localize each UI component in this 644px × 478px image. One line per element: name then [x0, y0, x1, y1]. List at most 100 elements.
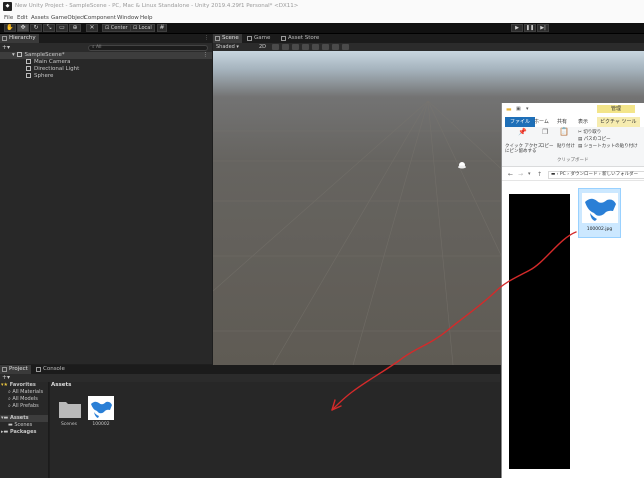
console-tab-icon	[36, 367, 41, 372]
custom-tool-icon[interactable]: ✕	[86, 24, 98, 32]
paste-shortcut-button[interactable]: ▤ ショートカットの貼り付け	[578, 144, 638, 149]
ribbon-home: 📌 クイック アクセス にピン留めする ❐ コピー 📋 貼り付け ✂ 切り取り …	[502, 127, 644, 167]
favorite-all-prefabs[interactable]: ⌕ All Prefabs	[8, 403, 39, 410]
paste-button[interactable]: 貼り付け	[557, 144, 575, 149]
packages-folder-row[interactable]: ▸▬ Packages	[1, 429, 37, 436]
tab-scene[interactable]: Scene	[213, 34, 242, 43]
rotate-tool-icon[interactable]: ↻	[30, 24, 42, 32]
menu-edit[interactable]: Edit	[17, 13, 28, 23]
paste-icon: 📋	[559, 127, 569, 136]
menu-file[interactable]: File	[4, 13, 13, 23]
quick-access-dropdown-icon[interactable]: ▾	[526, 106, 529, 112]
hand-tool-icon[interactable]: ✋	[4, 24, 16, 32]
menu-gameobject[interactable]: GameObject	[51, 13, 85, 23]
menu-assets[interactable]: Assets	[31, 13, 49, 23]
shading-mode-label: Shaded	[216, 44, 235, 50]
transform-tool-icon[interactable]: ⊕	[69, 24, 81, 32]
scale-tool-icon[interactable]: ⤡	[43, 24, 55, 32]
tab-hierarchy[interactable]: Hierarchy	[0, 34, 39, 43]
explorer-title-bar: ▬ ▣ ▾ 管理	[502, 103, 644, 117]
project-breadcrumb[interactable]: Assets	[51, 382, 71, 389]
context-tab-manage[interactable]: 管理	[597, 105, 635, 113]
panel-menu-icon[interactable]: ⋮	[204, 34, 209, 43]
image-asset-thumbnail[interactable]	[88, 396, 114, 420]
ribbon-tab-picture-tools[interactable]: ピクチャ ツール	[597, 117, 640, 127]
scenes-folder-row[interactable]: ▬ Scenes	[8, 422, 32, 429]
tab-project[interactable]: Project	[0, 365, 31, 374]
unity-title-bar: ◆ New Unity Project - SampleScene - PC, …	[0, 0, 644, 13]
up-arrow-icon[interactable]: ↑	[537, 172, 542, 178]
lighting-toggle-icon[interactable]	[272, 44, 279, 50]
scene-row[interactable]: ▾ SampleScene* ⋮	[0, 52, 212, 59]
quick-save-icon[interactable]: ▣	[516, 106, 521, 112]
hierarchy-search-row: +▾ ⌕ All	[0, 43, 212, 52]
favorite-all-materials[interactable]: ⌕ All Materials	[8, 389, 43, 396]
list-icon	[2, 36, 7, 41]
assets-folder-row[interactable]: ▾▬ Assets	[0, 415, 48, 422]
file-explorer-window: ▬ ▣ ▾ 管理 ファイル ホーム 共有 表示 ピクチャ ツール 📌 クイック …	[501, 103, 644, 478]
gizmos-dropdown-icon[interactable]	[332, 44, 339, 50]
search-scene-icon[interactable]	[342, 44, 349, 50]
audio-toggle-icon[interactable]	[282, 44, 289, 50]
pivot-center-toggle[interactable]: ⊡ Center	[102, 24, 131, 32]
favorite-all-models[interactable]: ⌕ All Models	[8, 396, 38, 403]
tab-asset-store[interactable]: Asset Store	[279, 34, 322, 43]
back-arrow-icon[interactable]: ←	[508, 172, 513, 178]
path-segment[interactable]: PC	[560, 172, 566, 177]
pause-button[interactable]: ❚❚	[524, 24, 536, 32]
explorer-file-list: 100002.jpg	[502, 182, 644, 478]
step-button[interactable]: ▶|	[537, 24, 549, 32]
project-toolbar: +▾	[0, 374, 500, 382]
scene-menu-icon[interactable]: ⋮	[203, 52, 209, 59]
path-segment[interactable]: 新しいフォルダー	[602, 172, 638, 177]
hidden-objects-icon[interactable]	[302, 44, 309, 50]
project-asset-grid: Assets Scenes 100002	[50, 382, 500, 478]
cut-button[interactable]: ✂ 切り取り	[578, 130, 601, 135]
main-toolbar: ✋ ✥ ↻ ⤡ ▭ ⊕ ✕ ⊡ Center ⊡ Local # ▶ ❚❚ ▶|	[0, 23, 644, 34]
copy-path-button[interactable]: ▤ パスのコピー	[578, 137, 611, 142]
pin-quick-access-button[interactable]: クイック アクセス にピン留めする	[505, 144, 542, 154]
copy-button[interactable]: コピー	[540, 144, 554, 149]
effects-toggle-icon[interactable]	[292, 44, 299, 50]
tab-console[interactable]: Console	[34, 365, 68, 374]
recent-dropdown-icon[interactable]: ▾	[528, 172, 531, 177]
rect-tool-icon[interactable]: ▭	[56, 24, 68, 32]
gameobject-icon	[26, 66, 31, 71]
tab-game-label: Game	[254, 35, 271, 41]
tab-game[interactable]: Game	[245, 34, 273, 43]
forward-arrow-icon[interactable]: →	[518, 172, 523, 178]
hierarchy-item-sphere[interactable]: Sphere	[0, 73, 212, 80]
space-local-toggle[interactable]: ⊡ Local	[130, 24, 155, 32]
menu-help[interactable]: Help	[140, 13, 153, 23]
shading-mode-dropdown[interactable]: Shaded ▾	[216, 43, 239, 51]
tab-project-label: Project	[9, 366, 28, 372]
play-button[interactable]: ▶	[511, 24, 523, 32]
ribbon-tab-share[interactable]: 共有	[554, 117, 570, 127]
ribbon-tab-home[interactable]: ホーム	[531, 117, 552, 127]
asset-label-100002[interactable]: 100002	[86, 422, 116, 427]
hierarchy-item-directional-light[interactable]: Directional Light	[0, 66, 212, 73]
snap-icon[interactable]: #	[157, 24, 167, 32]
ribbon-group-clipboard: クリップボード	[557, 158, 589, 163]
path-segment[interactable]: ダウンロード	[570, 172, 597, 177]
folder-asset-icon[interactable]	[58, 399, 82, 419]
asset-label-scenes[interactable]: Scenes	[54, 422, 84, 427]
create-asset-plus-icon[interactable]: +▾	[2, 374, 10, 382]
file-item-100002[interactable]: 100002.jpg	[578, 188, 621, 238]
favorites-row[interactable]: ▾★ Favorites	[1, 382, 36, 389]
hierarchy-search-input[interactable]: ⌕ All	[88, 45, 208, 51]
2d-toggle[interactable]: 2D	[259, 43, 266, 51]
scene-camera-icon[interactable]	[312, 44, 319, 50]
create-plus-icon[interactable]: +▾	[2, 43, 10, 52]
ribbon-tab-view[interactable]: 表示	[575, 117, 591, 127]
hierarchy-item-main-camera[interactable]: Main Camera	[0, 59, 212, 66]
gizmos-icon[interactable]	[322, 44, 329, 50]
move-tool-icon[interactable]: ✥	[17, 24, 29, 32]
address-path[interactable]: ▬ › PC › ダウンロード › 新しいフォルダー	[548, 171, 644, 179]
scene-toolbar: Shaded ▾ 2D	[213, 43, 644, 51]
sphere-object[interactable]	[458, 162, 466, 169]
menu-window[interactable]: Window	[117, 13, 139, 23]
menu-component[interactable]: Component	[84, 13, 116, 23]
screen: ◆ New Unity Project - SampleScene - PC, …	[0, 0, 644, 478]
search-icon: ⌕	[92, 45, 95, 50]
